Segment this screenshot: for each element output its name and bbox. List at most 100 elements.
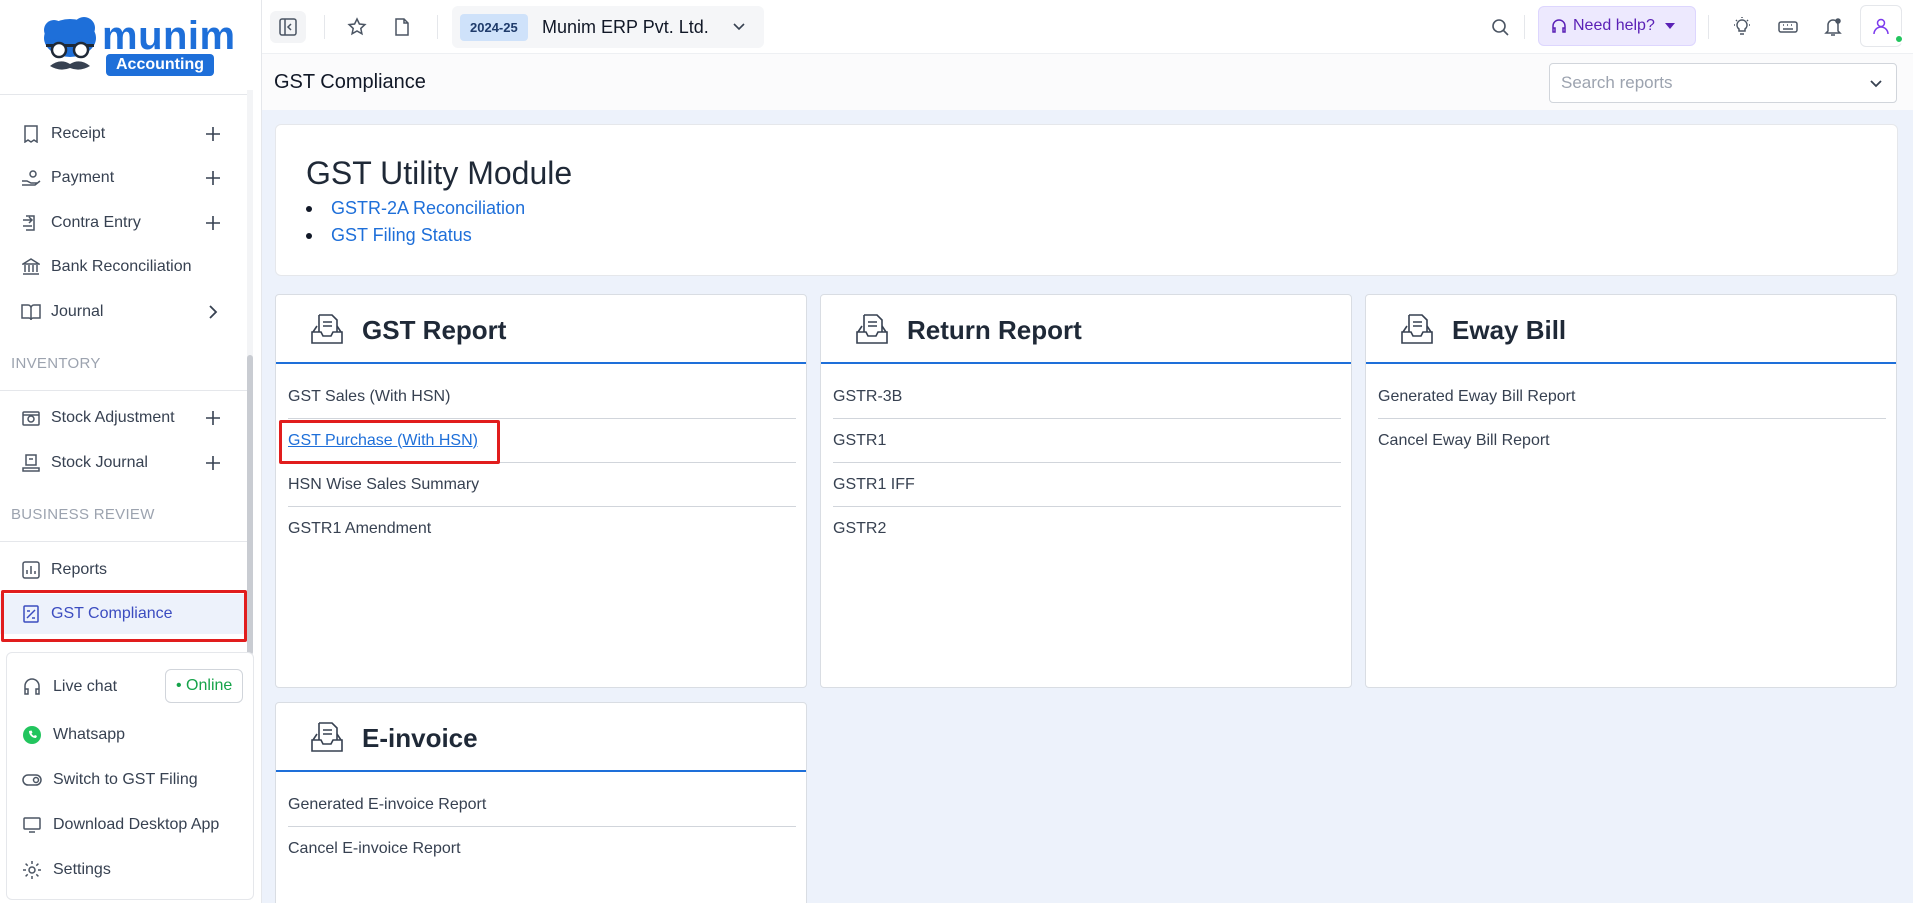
switch-gst-filing-link[interactable]: Switch to GST Filing	[21, 765, 198, 795]
gstr-3b-link[interactable]: GSTR-3B	[833, 375, 1341, 419]
sidebar-item-label: Bank Reconciliation	[51, 258, 192, 275]
plus-icon[interactable]	[202, 452, 224, 474]
divider	[0, 390, 248, 391]
highlight-box	[279, 420, 500, 464]
munim-logo[interactable]: munim Accounting	[40, 16, 235, 80]
need-help-button[interactable]: Need help?	[1538, 6, 1696, 46]
sidebar-scrollbar-thumb[interactable]	[247, 355, 253, 655]
page-title: GST Compliance	[274, 71, 426, 93]
book-icon	[20, 301, 42, 323]
sidebar-item-stock-journal[interactable]: Stock Journal	[0, 443, 246, 483]
live-chat-link[interactable]: Live chat	[21, 672, 117, 702]
sidebar-item-payment[interactable]: Payment	[0, 158, 246, 198]
section-heading-business-review: BUSINESS REVIEW	[11, 506, 155, 523]
sidebar-item-receipt[interactable]: Receipt	[0, 114, 246, 154]
whatsapp-link[interactable]: Whatsapp	[21, 720, 125, 750]
toggle-icon	[21, 769, 43, 791]
gstr-2a-reconciliation-link[interactable]: GSTR-2A Reconciliation	[331, 198, 525, 219]
divider	[1708, 15, 1709, 39]
payment-icon	[20, 167, 42, 189]
settings-label: Settings	[53, 861, 111, 878]
mascot-icon	[44, 17, 96, 70]
cancel-eway-bill-report-link[interactable]: Cancel Eway Bill Report	[1378, 419, 1886, 463]
document-button[interactable]	[384, 11, 420, 43]
sidebar-item-label: Journal	[51, 303, 104, 320]
document-icon	[395, 18, 409, 36]
keyboard-icon	[1778, 21, 1798, 33]
favorite-button[interactable]	[339, 11, 375, 43]
report-tray-icon	[855, 312, 889, 346]
card-title: Eway Bill	[1452, 315, 1567, 345]
gstr1-link[interactable]: GSTR1	[833, 419, 1341, 463]
collapse-sidebar-icon	[279, 18, 297, 36]
ideas-button[interactable]	[1724, 11, 1760, 43]
chevron-down-icon[interactable]	[1866, 73, 1886, 93]
keyboard-shortcuts-button[interactable]	[1770, 11, 1806, 43]
plus-icon[interactable]	[202, 212, 224, 234]
sidebar-item-reports[interactable]: Reports	[0, 550, 246, 590]
gstr1-amendment-link[interactable]: GSTR1 Amendment	[288, 507, 796, 551]
sidebar-item-contra-entry[interactable]: Contra Entry	[0, 203, 246, 243]
company-selector[interactable]: 2024-25 Munim ERP Pvt. Ltd.	[452, 6, 764, 48]
brand-name: munim	[102, 14, 236, 58]
download-desktop-app-link[interactable]: Download Desktop App	[21, 810, 219, 840]
settings-link[interactable]: Settings	[21, 855, 111, 885]
plus-icon[interactable]	[202, 407, 224, 429]
plus-icon[interactable]	[202, 167, 224, 189]
card-link-list: Generated E-invoice Report Cancel E-invo…	[288, 783, 796, 871]
hsn-wise-sales-summary-link[interactable]: HSN Wise Sales Summary	[288, 463, 796, 507]
switch-gst-filing-label: Switch to GST Filing	[53, 771, 198, 788]
bell-icon	[1824, 18, 1842, 36]
collapse-sidebar-button[interactable]	[270, 11, 306, 43]
gstr1-iff-link[interactable]: GSTR1 IFF	[833, 463, 1341, 507]
eway-bill-card: Eway Bill Generated Eway Bill Report Can…	[1365, 294, 1897, 688]
monitor-icon	[21, 814, 43, 836]
download-desktop-app-label: Download Desktop App	[53, 816, 220, 833]
generated-eway-bill-report-link[interactable]: Generated Eway Bill Report	[1378, 375, 1886, 419]
user-avatar-button[interactable]	[1860, 5, 1904, 47]
search-button[interactable]	[1482, 11, 1518, 43]
generated-e-invoice-report-link[interactable]: Generated E-invoice Report	[288, 783, 796, 827]
search-reports-select[interactable]	[1549, 63, 1897, 103]
star-icon	[347, 17, 367, 36]
sidebar-item-stock-adjustment[interactable]: Stock Adjustment	[0, 398, 246, 438]
sidebar-item-label: Stock Adjustment	[51, 409, 175, 426]
plus-icon[interactable]	[202, 123, 224, 145]
chevron-right-icon[interactable]	[202, 301, 224, 323]
chevron-down-icon	[730, 17, 748, 35]
notifications-button[interactable]	[1815, 11, 1851, 43]
card-header: Eway Bill	[1366, 295, 1896, 364]
divider	[0, 94, 248, 95]
lightbulb-icon	[1734, 17, 1750, 35]
report-tray-icon	[310, 720, 344, 754]
cancel-e-invoice-report-link[interactable]: Cancel E-invoice Report	[288, 827, 796, 871]
online-indicator	[1894, 34, 1904, 44]
card-header: GST Report	[276, 295, 806, 364]
company-name: Munim ERP Pvt. Ltd.	[542, 17, 709, 37]
gst-sales-with-hsn-link[interactable]: GST Sales (With HSN)	[288, 375, 796, 419]
search-reports-input[interactable]	[1550, 64, 1850, 102]
whatsapp-icon	[21, 724, 43, 746]
sidebar-item-bank-reconciliation[interactable]: Bank Reconciliation	[0, 247, 246, 287]
sidebar-item-journal[interactable]: Journal	[0, 292, 246, 332]
gst-utility-module-card: GST Utility Module GSTR-2A Reconciliatio…	[275, 124, 1898, 276]
caret-down-icon	[1664, 23, 1675, 29]
page-header: GST Compliance	[262, 54, 1913, 110]
divider	[324, 15, 325, 39]
divider	[437, 15, 438, 39]
contra-entry-icon	[20, 212, 42, 234]
card-title: Return Report	[907, 315, 1082, 345]
card-title: GST Report	[362, 315, 507, 345]
gstr2-link[interactable]: GSTR2	[833, 507, 1341, 551]
card-link-list: Generated Eway Bill Report Cancel Eway B…	[1378, 375, 1886, 463]
support-panel: Live chat • Online Whatsapp Switch to GS…	[6, 652, 254, 900]
sidebar-item-label: Payment	[51, 169, 115, 186]
utility-title: GST Utility Module	[306, 155, 573, 191]
report-tray-icon	[310, 312, 344, 346]
gst-filing-status-link[interactable]: GST Filing Status	[331, 225, 472, 246]
bullet	[306, 232, 312, 239]
stock-adjustment-icon	[20, 407, 42, 429]
sidebar-item-label: Stock Journal	[51, 454, 148, 471]
sidebar-item-label: Contra Entry	[51, 214, 141, 231]
sidebar: munim Accounting Receipt Payment Contra …	[0, 0, 262, 903]
